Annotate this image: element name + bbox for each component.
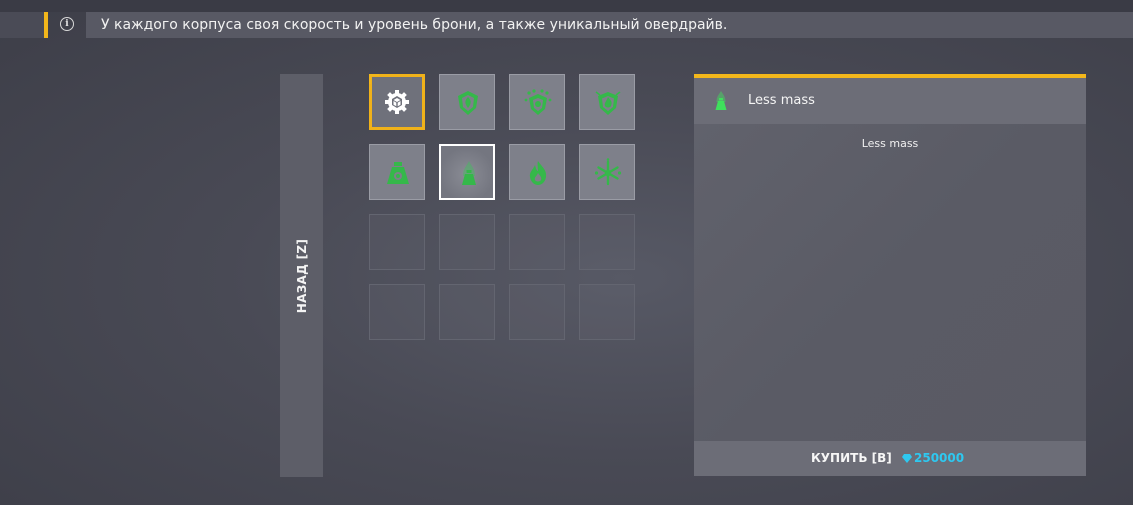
notice-bar: У каждого корпуса своя скорость и уровен… xyxy=(86,12,1133,38)
grid-cell-empty xyxy=(439,214,495,270)
buy-button-label: КУПИТЬ [B] xyxy=(811,451,892,465)
grid-cell-weight[interactable] xyxy=(369,144,425,200)
grid-cell-empty xyxy=(579,284,635,340)
notice-text: У каждого корпуса своя скорость и уровен… xyxy=(101,17,728,33)
armor-shield-icon xyxy=(458,91,478,115)
panel-description: Less mass xyxy=(861,137,919,150)
grid-cell-freeze-shield[interactable] xyxy=(509,74,565,130)
crystal-icon xyxy=(902,454,912,463)
less-mass-icon xyxy=(462,161,476,185)
gear-cube-icon xyxy=(385,90,409,114)
info-icon: i xyxy=(60,17,74,31)
grid-cell-empty xyxy=(509,284,565,340)
less-mass-icon xyxy=(715,91,727,110)
grid-cell-empty xyxy=(579,214,635,270)
item-grid xyxy=(369,74,635,340)
grid-cell-empty xyxy=(369,214,425,270)
fire-shield-icon xyxy=(595,91,621,115)
back-button[interactable]: НАЗАД [Z] xyxy=(280,74,323,477)
grid-cell-gear[interactable] xyxy=(369,74,425,130)
notice-accent-bar xyxy=(44,12,48,38)
panel-header: Less mass xyxy=(694,78,1086,124)
grid-cell-flame[interactable] xyxy=(509,144,565,200)
detail-panel: Less mass Less mass КУПИТЬ [B] 250000 xyxy=(694,74,1086,476)
freeze-shield-icon xyxy=(524,89,552,115)
notice-left-block xyxy=(0,12,46,38)
corner-icon xyxy=(369,74,379,84)
grid-cell-empty xyxy=(369,284,425,340)
grid-cell-armor[interactable] xyxy=(439,74,495,130)
back-button-label: НАЗАД [Z] xyxy=(294,238,309,313)
grid-cell-fire-shield[interactable] xyxy=(579,74,635,130)
grid-cell-less-mass[interactable] xyxy=(439,144,495,200)
grid-cell-empty xyxy=(439,284,495,340)
weight-icon xyxy=(387,162,409,184)
price-value: 250000 xyxy=(914,451,965,465)
grid-cell-snowflake[interactable] xyxy=(579,144,635,200)
grid-cell-empty xyxy=(509,214,565,270)
snowflake-icon xyxy=(594,158,622,186)
top-strip xyxy=(0,0,1133,12)
buy-button[interactable]: КУПИТЬ [B] 250000 xyxy=(694,441,1086,476)
flame-icon xyxy=(529,161,547,185)
panel-title: Less mass xyxy=(748,93,815,108)
